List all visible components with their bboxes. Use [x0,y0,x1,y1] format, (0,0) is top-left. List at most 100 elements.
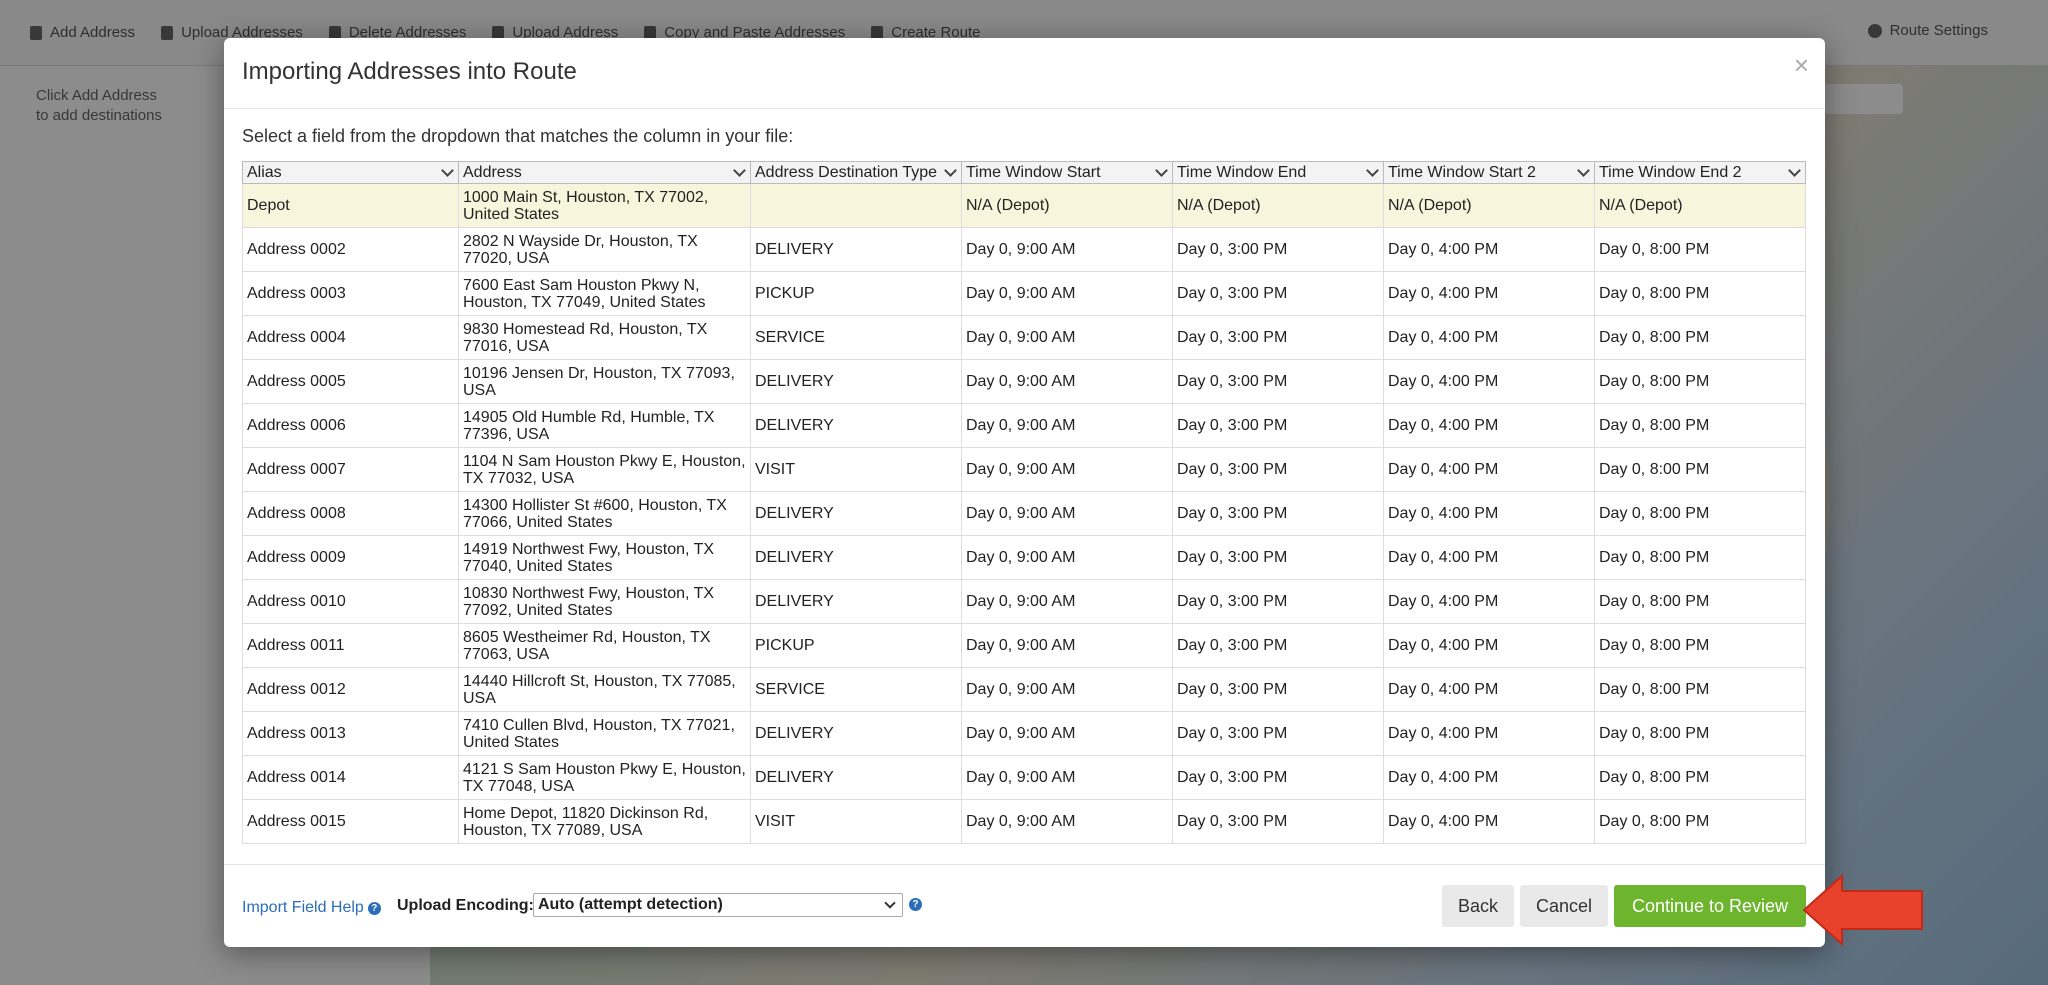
column-field-select[interactable]: Time Window End [1172,161,1384,184]
table-cell: Address 0007 [242,447,459,492]
table-cell: Day 0, 4:00 PM [1383,227,1595,272]
table-cell: 2802 N Wayside Dr, Houston, TX 77020, US… [458,227,751,272]
table-cell: Day 0, 3:00 PM [1172,799,1384,844]
table-cell: DELIVERY [750,579,962,624]
table-cell: Day 0, 4:00 PM [1383,535,1595,580]
question-circle-icon[interactable]: ? [909,898,922,911]
column-field-select[interactable]: Alias [242,161,459,184]
table-cell: Address 0003 [242,271,459,316]
table-cell: VISIT [750,447,962,492]
table-cell: Day 0, 3:00 PM [1172,711,1384,756]
table-cell: Day 0, 8:00 PM [1594,271,1806,316]
table-row: Address 0012 14440 Hillcroft St, Houston,… [242,667,1806,712]
table-cell: Day 0, 4:00 PM [1383,711,1595,756]
continue-to-review-button[interactable]: Continue to Review [1614,885,1806,927]
table-cell: Day 0, 9:00 AM [961,227,1173,272]
mapping-table: Alias Address Address Destination Type T… [242,161,1806,844]
table-row: Address 0007 1104 N Sam Houston Pkwy E, H… [242,447,1806,492]
table-cell: DELIVERY [750,227,962,272]
table-cell: Day 0, 9:00 AM [961,755,1173,800]
import-field-help-link[interactable]: Import Field Help? [242,899,381,917]
table-cell: DELIVERY [750,491,962,536]
table-cell: Day 0, 8:00 PM [1594,491,1806,536]
table-cell: Day 0, 9:00 AM [961,579,1173,624]
column-header-row: Alias Address Address Destination Type T… [242,161,1806,184]
encoding-label: Upload Encoding: [397,897,534,914]
table-cell [750,183,962,228]
arrow-shape [1802,873,1923,947]
table-cell: Day 0, 8:00 PM [1594,579,1806,624]
table-cell: Address 0011 [242,623,459,668]
table-cell: Day 0, 9:00 AM [961,667,1173,712]
table-cell: Day 0, 4:00 PM [1383,755,1595,800]
column-field-select[interactable]: Address Destination Type [750,161,962,184]
table-cell: 1104 N Sam Houston Pkwy E, Houston, TX 7… [458,447,751,492]
table-cell: Address 0014 [242,755,459,800]
table-cell: Day 0, 3:00 PM [1172,623,1384,668]
table-cell: Address 0008 [242,491,459,536]
modal-footer: Import Field Help? Upload Encoding: Auto… [224,864,1825,947]
table-cell: Day 0, 4:00 PM [1383,579,1595,624]
table-cell: Address 0012 [242,667,459,712]
table-row: Address 0014 4121 S Sam Houston Pkwy E, H… [242,755,1806,800]
table-cell: Address 0009 [242,535,459,580]
table-cell: Day 0, 4:00 PM [1383,359,1595,404]
table-cell: Day 0, 3:00 PM [1172,535,1384,580]
instructions-text: Select a field from the dropdown that ma… [242,126,794,146]
table-cell: N/A (Depot) [1172,183,1384,228]
table-cell: Address 0005 [242,359,459,404]
table-cell: DELIVERY [750,359,962,404]
cancel-button[interactable]: Cancel [1520,885,1608,927]
table-cell: N/A (Depot) [1383,183,1595,228]
table-cell: 9830 Homestead Rd, Houston, TX 77016, US… [458,315,751,360]
mapping-table-wrap: Alias Address Address Destination Type T… [242,161,1806,844]
table-cell: Day 0, 3:00 PM [1172,579,1384,624]
column-field-select[interactable]: Time Window End 2 [1594,161,1806,184]
table-cell: Day 0, 3:00 PM [1172,491,1384,536]
table-row: Address 0009 14919 Northwest Fwy, Houston… [242,535,1806,580]
table-cell: 14440 Hillcroft St, Houston, TX 77085, U… [458,667,751,712]
table-cell: Day 0, 4:00 PM [1383,315,1595,360]
table-row: Address 0003 7600 East Sam Houston Pkwy N… [242,271,1806,316]
table-cell: Day 0, 3:00 PM [1172,667,1384,712]
table-cell: Day 0, 8:00 PM [1594,755,1806,800]
table-cell: N/A (Depot) [961,183,1173,228]
back-button[interactable]: Back [1442,885,1514,927]
table-cell: Day 0, 9:00 AM [961,359,1173,404]
table-cell: Day 0, 3:00 PM [1172,315,1384,360]
table-cell: Day 0, 3:00 PM [1172,227,1384,272]
table-cell: PICKUP [750,271,962,316]
table-cell: PICKUP [750,623,962,668]
encoding-select[interactable]: Auto (attempt detection) [533,893,903,917]
table-cell: DELIVERY [750,535,962,580]
table-row: Address 0005 10196 Jensen Dr, Houston, TX… [242,359,1806,404]
table-row: Address 0006 14905 Old Humble Rd, Humble,… [242,403,1806,448]
table-cell: DELIVERY [750,403,962,448]
table-cell: Day 0, 3:00 PM [1172,403,1384,448]
table-cell: Address 0004 [242,315,459,360]
table-cell: Day 0, 8:00 PM [1594,799,1806,844]
table-cell: Day 0, 8:00 PM [1594,711,1806,756]
table-cell: DELIVERY [750,711,962,756]
column-field-select[interactable]: Time Window Start [961,161,1173,184]
table-cell: Day 0, 9:00 AM [961,403,1173,448]
close-icon[interactable]: × [1794,52,1809,78]
table-cell: Day 0, 3:00 PM [1172,447,1384,492]
column-field-select[interactable]: Time Window Start 2 [1383,161,1595,184]
table-cell: Day 0, 8:00 PM [1594,623,1806,668]
table-cell: 10830 Northwest Fwy, Houston, TX 77092, … [458,579,751,624]
table-cell: DELIVERY [750,755,962,800]
table-cell: SERVICE [750,315,962,360]
chevron-down-icon [884,897,896,909]
table-cell: SERVICE [750,667,962,712]
table-cell: 14905 Old Humble Rd, Humble, TX 77396, U… [458,403,751,448]
table-cell: Address 0015 [242,799,459,844]
table-row: Address 0013 7410 Cullen Blvd, Houston, T… [242,711,1806,756]
column-field-select[interactable]: Address [458,161,751,184]
table-row: Address 0011 8605 Westheimer Rd, Houston,… [242,623,1806,668]
table-cell: Day 0, 9:00 AM [961,447,1173,492]
table-cell: Day 0, 9:00 AM [961,799,1173,844]
table-cell: Day 0, 9:00 AM [961,535,1173,580]
table-cell: 7600 East Sam Houston Pkwy N, Houston, T… [458,271,751,316]
table-cell: Day 0, 4:00 PM [1383,403,1595,448]
